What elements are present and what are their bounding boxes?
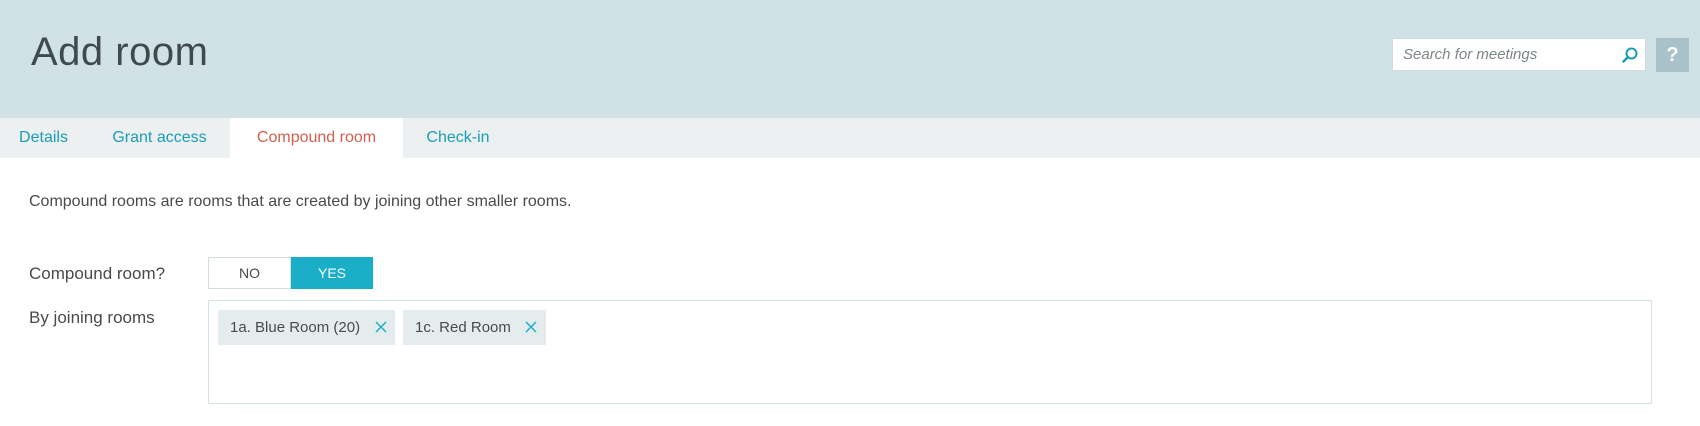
room-tag: 1c. Red Room — [403, 310, 546, 345]
tab-details[interactable]: Details — [0, 118, 87, 158]
tab-grant-access[interactable]: Grant access — [97, 118, 222, 158]
room-tag: 1a. Blue Room (20) — [218, 310, 395, 345]
joining-rooms-label: By joining rooms — [29, 308, 155, 327]
tab-compound-room[interactable]: Compound room — [230, 118, 403, 158]
toggle-no-button[interactable]: NO — [208, 257, 291, 289]
close-icon[interactable] — [523, 310, 539, 345]
close-icon[interactable] — [373, 310, 389, 345]
search-input[interactable] — [1393, 39, 1613, 70]
room-tag-label: 1a. Blue Room (20) — [230, 319, 361, 336]
toggle-yes-button[interactable]: YES — [291, 257, 373, 289]
tab-bar: Details Grant access Compound room Check… — [0, 118, 1700, 158]
tab-check-in[interactable]: Check-in — [412, 118, 504, 158]
help-button[interactable]: ? — [1656, 38, 1689, 72]
page-title: Add room — [31, 30, 209, 74]
search-icon[interactable] — [1621, 46, 1639, 64]
search-box[interactable] — [1392, 38, 1646, 71]
compound-description: Compound rooms are rooms that are create… — [29, 193, 572, 210]
joining-rooms-input[interactable]: 1a. Blue Room (20) 1c. Red Room — [208, 300, 1652, 404]
page-header: Add room ? — [0, 0, 1700, 118]
compound-room-label: Compound room? — [29, 264, 166, 283]
compound-room-toggle: NO YES — [208, 257, 373, 289]
room-tag-label: 1c. Red Room — [415, 319, 511, 336]
